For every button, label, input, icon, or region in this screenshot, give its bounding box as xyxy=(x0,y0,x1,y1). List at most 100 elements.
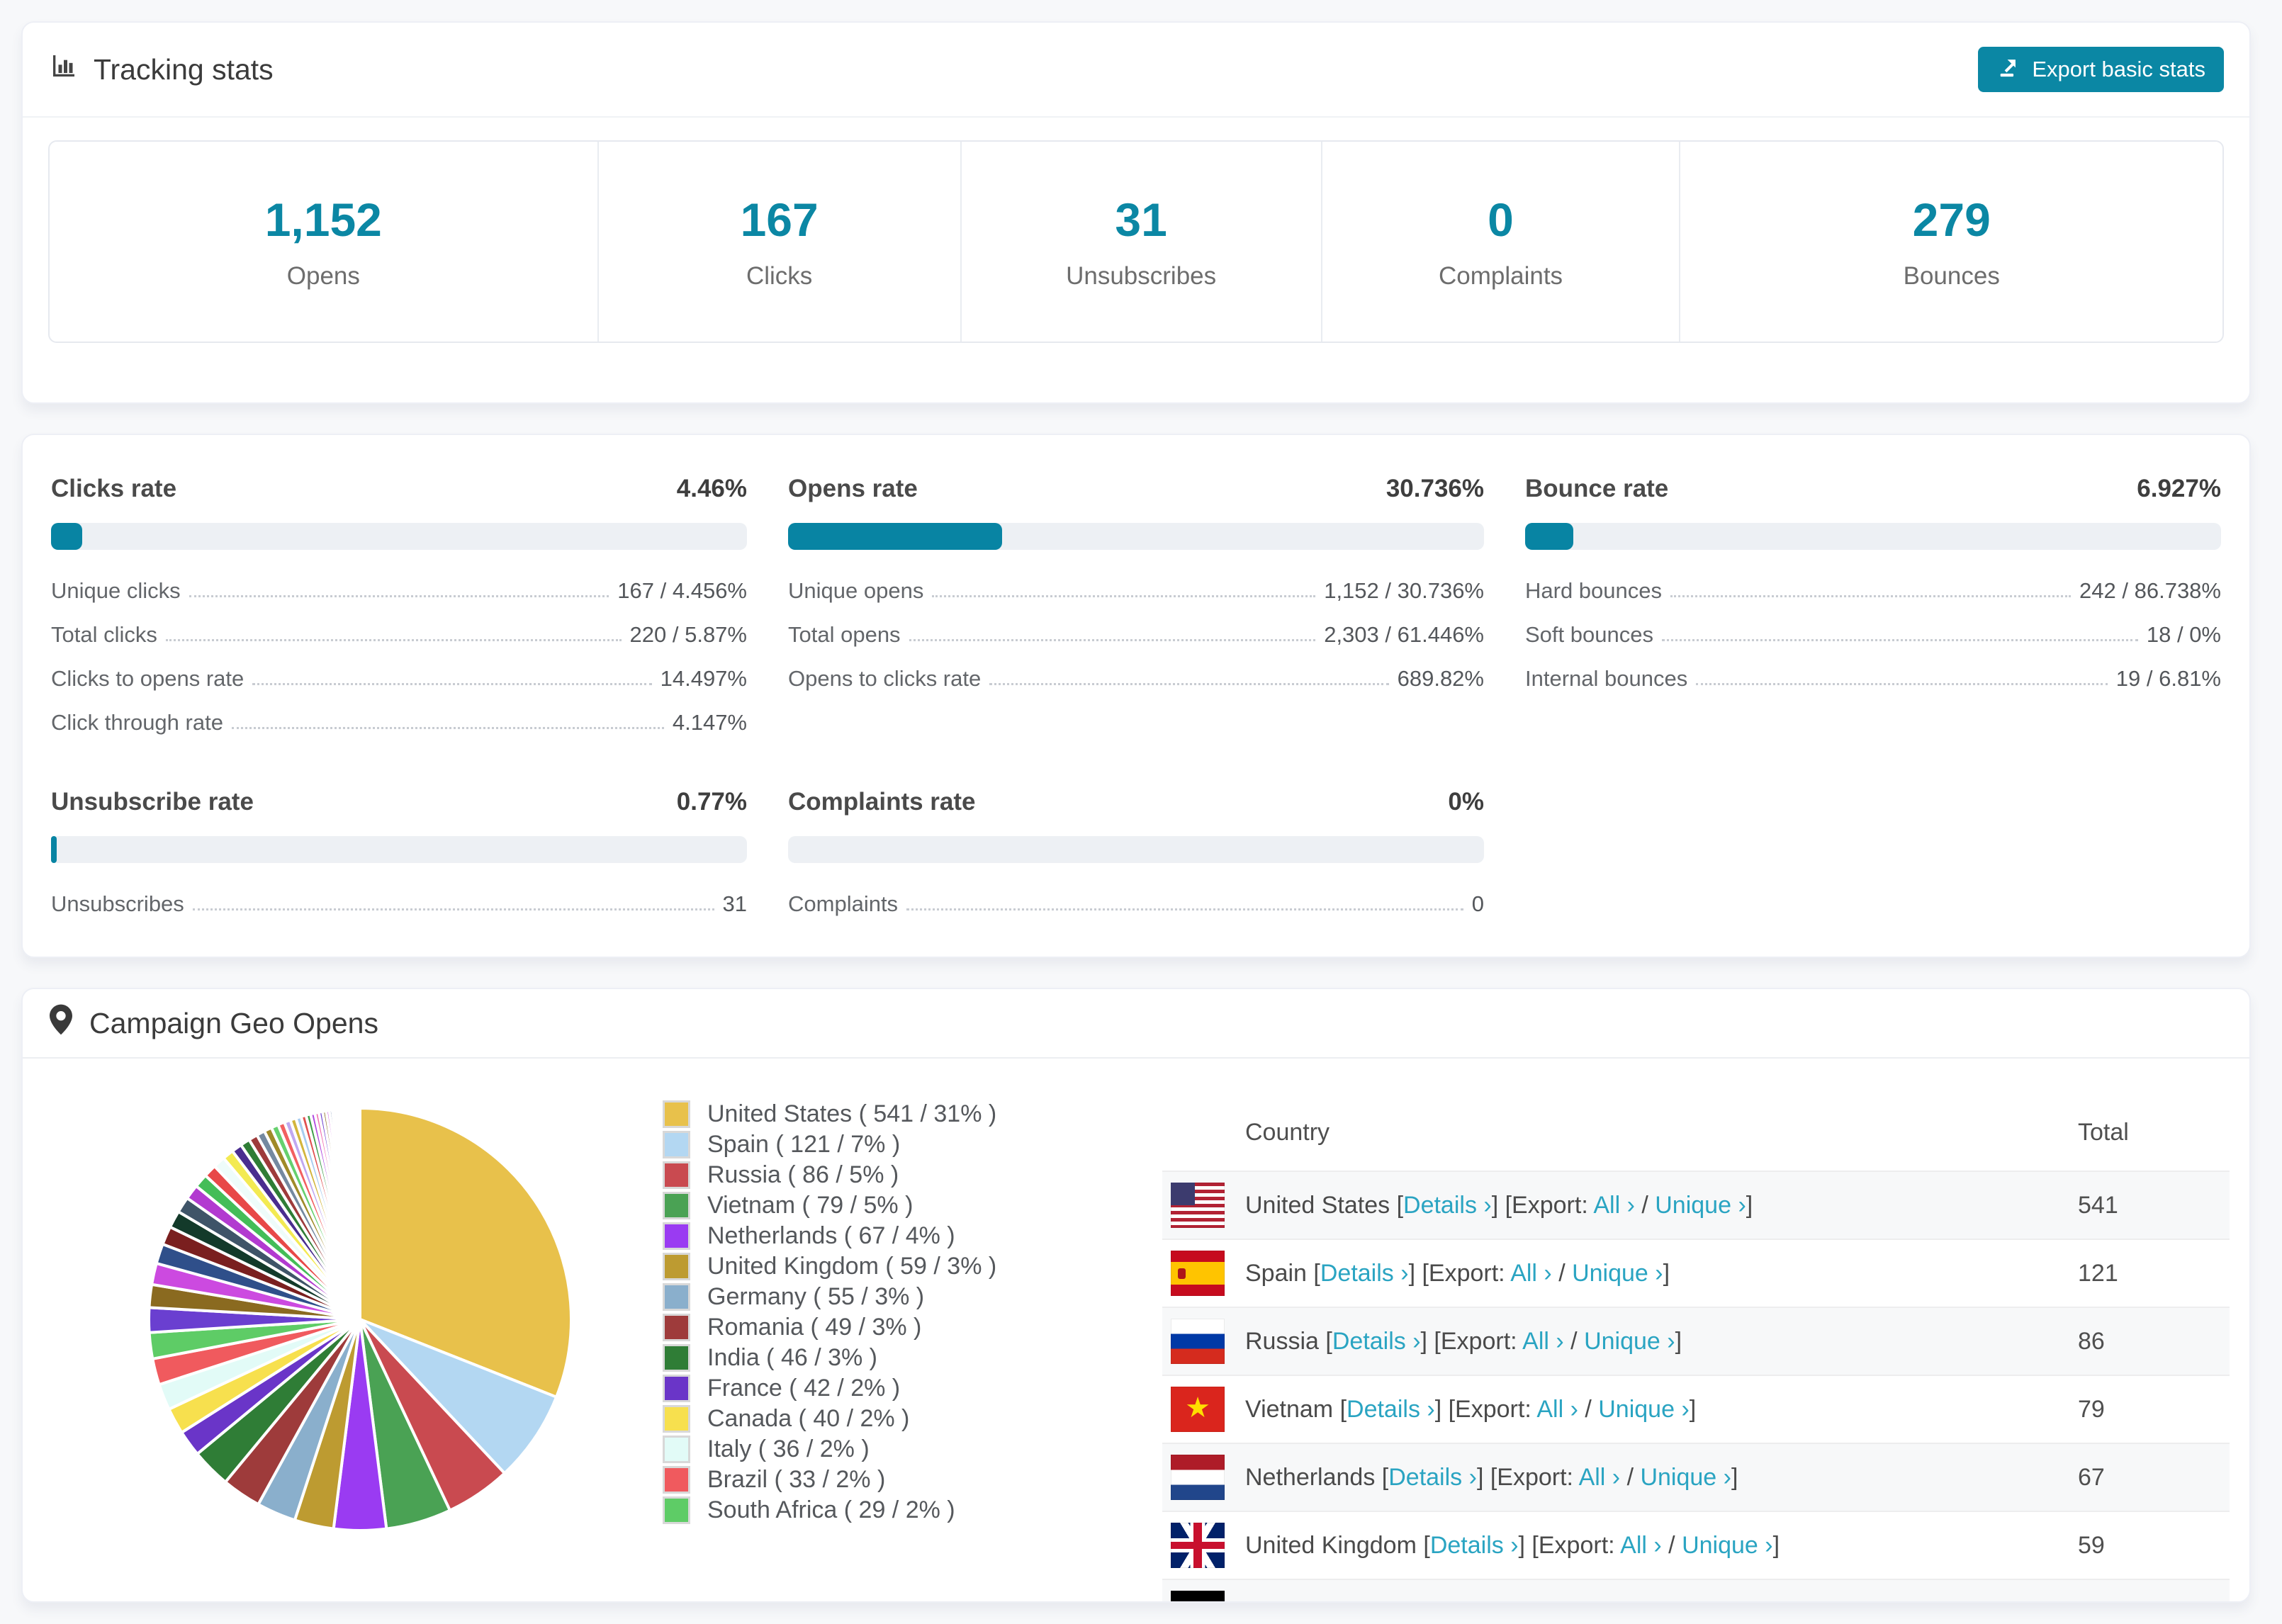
rate-line: Total clicks 220 / 5.87% xyxy=(51,622,747,648)
rate-line: Opens to clicks rate 689.82% xyxy=(788,666,1484,692)
rate-line: Total opens 2,303 / 61.446% xyxy=(788,622,1484,648)
progress-bar-fill xyxy=(788,523,1002,550)
export-button-label: Export basic stats xyxy=(2032,57,2205,81)
rate-line-label: Hard bounces xyxy=(1525,578,1663,603)
legend-item-canada[interactable]: Canada ( 40 / 2% ) xyxy=(663,1404,996,1434)
stat-box-complaints: 0 Complaints xyxy=(1320,142,1680,342)
legend-label: Romania ( 49 / 3% ) xyxy=(707,1314,922,1341)
legend-label: Italy ( 36 / 2% ) xyxy=(707,1436,870,1462)
legend-item-france[interactable]: France ( 42 / 2% ) xyxy=(663,1373,996,1404)
country-links: [Details ›] [Export: All › / Unique ›] xyxy=(1423,1531,1780,1559)
export-unique-link[interactable]: Unique › xyxy=(1572,1260,1663,1287)
rate-title: Clicks rate xyxy=(51,475,177,502)
country-links: [Details ›] [Export: All › / Unique ›] xyxy=(1351,1600,1707,1602)
rate-rows: Hard bounces 242 / 86.738% Soft bounces 1… xyxy=(1525,578,2221,692)
stat-value: 1,152 xyxy=(264,193,382,246)
details-link[interactable]: Details › xyxy=(1358,1600,1446,1602)
total-cell: 79 xyxy=(2078,1395,2105,1423)
export-all-link[interactable]: All › xyxy=(1620,1532,1662,1559)
progress-bar-track xyxy=(788,523,1484,550)
country-name: Vietnam xyxy=(1245,1395,1340,1423)
progress-bar-track xyxy=(51,523,747,550)
table-row-netherlands: Netherlands [Details ›] [Export: All › /… xyxy=(1162,1443,2230,1511)
details-link[interactable]: Details › xyxy=(1347,1396,1435,1423)
export-unique-link[interactable]: Unique › xyxy=(1655,1192,1746,1219)
export-all-link[interactable]: All › xyxy=(1593,1192,1635,1219)
export-all-link[interactable]: All › xyxy=(1522,1328,1564,1355)
export-all-link[interactable]: All › xyxy=(1536,1396,1578,1423)
legend-item-south-africa[interactable]: South Africa ( 29 / 2% ) xyxy=(663,1495,996,1526)
export-all-link[interactable]: All › xyxy=(1548,1600,1590,1602)
geo-pie-chart xyxy=(147,1106,573,1532)
dotted-leader xyxy=(1696,683,2108,685)
progress-bar-fill xyxy=(1525,523,1574,550)
rate-line-label: Click through rate xyxy=(51,710,223,735)
details-link[interactable]: Details › xyxy=(1332,1328,1421,1355)
legend-swatch xyxy=(663,1466,690,1494)
total-cell: 59 xyxy=(2078,1531,2105,1559)
rate-rows: Unique opens 1,152 / 30.736% Total opens … xyxy=(788,578,1484,692)
legend-item-netherlands[interactable]: Netherlands ( 67 / 4% ) xyxy=(663,1221,996,1251)
country-cell: Spain [Details ›] [Export: All › / Uniqu… xyxy=(1162,1251,2078,1296)
export-all-link[interactable]: All › xyxy=(1510,1260,1552,1287)
export-unique-link[interactable]: Unique › xyxy=(1682,1532,1773,1559)
rate-line-value: 18 / 0% xyxy=(2146,622,2221,647)
rate-value: 30.736% xyxy=(1386,475,1484,502)
legend-label: Brazil ( 33 / 2% ) xyxy=(707,1466,886,1493)
legend-item-romania[interactable]: Romania ( 49 / 3% ) xyxy=(663,1312,996,1343)
rate-line-value: 4.147% xyxy=(672,710,747,735)
legend-item-germany[interactable]: Germany ( 55 / 3% ) xyxy=(663,1282,996,1312)
export-icon xyxy=(1996,55,2020,84)
legend-swatch xyxy=(663,1100,690,1128)
country-links: [Details ›] [Export: All › / Unique ›] xyxy=(1381,1463,1738,1491)
geo-opens-header: Campaign Geo Opens xyxy=(23,989,2249,1059)
rate-head: Complaints rate 0% xyxy=(788,788,1484,816)
details-link[interactable]: Details › xyxy=(1430,1532,1519,1559)
details-link[interactable]: Details › xyxy=(1403,1192,1492,1219)
legend-swatch xyxy=(663,1375,690,1402)
rate-line-label: Total opens xyxy=(788,622,901,647)
legend-item-india[interactable]: India ( 46 / 3% ) xyxy=(663,1343,996,1373)
export-unique-link[interactable]: Unique › xyxy=(1609,1600,1701,1602)
legend-item-russia[interactable]: Russia ( 86 / 5% ) xyxy=(663,1160,996,1190)
rate-line-label: Complaints xyxy=(788,891,899,916)
legend-item-united-kingdom[interactable]: United Kingdom ( 59 / 3% ) xyxy=(663,1251,996,1282)
legend-item-brazil[interactable]: Brazil ( 33 / 2% ) xyxy=(663,1465,996,1495)
export-basic-stats-button[interactable]: Export basic stats xyxy=(1978,47,2224,92)
legend-swatch xyxy=(663,1496,690,1524)
total-cell: 86 xyxy=(2078,1327,2105,1355)
table-row-spain: Spain [Details ›] [Export: All › / Uniqu… xyxy=(1162,1239,2230,1307)
legend-label: Netherlands ( 67 / 4% ) xyxy=(707,1222,955,1249)
legend-item-italy[interactable]: Italy ( 36 / 2% ) xyxy=(663,1434,996,1465)
export-unique-link[interactable]: Unique › xyxy=(1640,1464,1731,1491)
total-column-header: Total xyxy=(2078,1118,2129,1146)
export-unique-link[interactable]: Unique › xyxy=(1598,1396,1690,1423)
details-link[interactable]: Details › xyxy=(1388,1464,1477,1491)
rate-line: Unsubscribes 31 xyxy=(51,891,747,917)
dotted-leader xyxy=(1670,595,2072,597)
legend-item-spain[interactable]: Spain ( 121 / 7% ) xyxy=(663,1129,996,1160)
geo-opens-card: Campaign Geo Opens United States ( 541 /… xyxy=(21,988,2251,1603)
stat-label: Unsubscribes xyxy=(1066,262,1217,290)
table-row-russia: Russia [Details ›] [Export: All › / Uniq… xyxy=(1162,1307,2230,1375)
geo-table-header: Country Total xyxy=(1162,1094,2230,1171)
rate-title: Unsubscribe rate xyxy=(51,788,254,816)
rate-line-value: 220 / 5.87% xyxy=(629,622,747,647)
rate-line-value: 14.497% xyxy=(660,666,747,691)
country-name: United Kingdom xyxy=(1245,1531,1424,1559)
tracking-stats-header: Tracking stats Export basic stats xyxy=(23,23,2249,118)
stat-value: 0 xyxy=(1488,193,1514,246)
export-unique-link[interactable]: Unique › xyxy=(1584,1328,1675,1355)
country-cell: Germany [Details ›] [Export: All › / Uni… xyxy=(1162,1591,2078,1602)
rate-line: Clicks to opens rate 14.497% xyxy=(51,666,747,692)
progress-bar-fill xyxy=(51,836,57,863)
stat-label: Bounces xyxy=(1903,262,2000,290)
legend-item-vietnam[interactable]: Vietnam ( 79 / 5% ) xyxy=(663,1190,996,1221)
progress-bar-fill xyxy=(51,523,82,550)
legend-item-united-states[interactable]: United States ( 541 / 31% ) xyxy=(663,1099,996,1129)
dotted-leader xyxy=(909,639,1316,641)
total-cell: 55 xyxy=(2078,1600,2230,1602)
rate-line: Unique clicks 167 / 4.456% xyxy=(51,578,747,604)
export-all-link[interactable]: All › xyxy=(1579,1464,1621,1491)
details-link[interactable]: Details › xyxy=(1320,1260,1409,1287)
